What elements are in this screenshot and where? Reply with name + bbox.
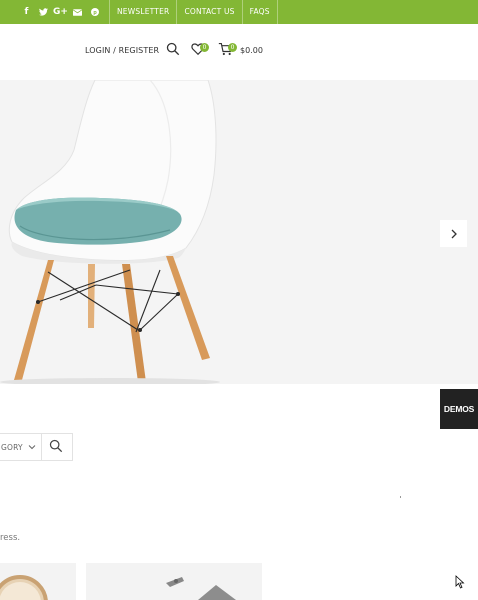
search-submit-button[interactable]: [49, 439, 65, 455]
social-links: f G+ p: [18, 0, 103, 24]
facebook-icon[interactable]: f: [18, 0, 35, 24]
cart-count-badge: 0: [228, 43, 237, 52]
hero-slider[interactable]: [0, 80, 478, 384]
email-icon[interactable]: [69, 0, 86, 24]
pinterest-icon[interactable]: p: [86, 0, 103, 24]
clock-image: [0, 575, 48, 600]
cart-total[interactable]: $0.00: [240, 46, 263, 55]
newsletter-link[interactable]: NEWSLETTER: [110, 0, 176, 24]
intro-text: ress.: [0, 533, 21, 543]
demos-button[interactable]: DEMOS: [440, 389, 478, 429]
faqs-link[interactable]: FAQS: [243, 0, 277, 24]
twitter-icon[interactable]: [35, 0, 52, 24]
chevron-right-icon: [451, 229, 457, 238]
category-label: GORY: [1, 442, 23, 452]
lamp-image: [166, 577, 236, 600]
divider: [41, 434, 42, 460]
speck: [400, 496, 401, 498]
search-form: GORY: [0, 433, 73, 461]
top-nav: NEWSLETTER CONTACT US FAQS: [109, 0, 278, 24]
mouse-cursor: [455, 575, 465, 589]
category-select[interactable]: GORY: [1, 434, 43, 460]
google-plus-icon[interactable]: G+: [52, 0, 69, 24]
page: f G+ p NEWSLETTER CONTACT US FAQS LOGIN …: [0, 0, 478, 600]
divider: [276, 0, 278, 24]
contact-us-link[interactable]: CONTACT US: [177, 0, 241, 24]
chair-image: [0, 80, 220, 384]
wishlist-count-badge: 0: [200, 43, 209, 52]
login-register-link[interactable]: LOGIN / REGISTER: [85, 46, 159, 55]
search-icon: [49, 439, 63, 453]
slider-next-button[interactable]: [440, 220, 467, 247]
product-card[interactable]: [0, 563, 76, 600]
site-header: LOGIN / REGISTER 0 0 $0.00: [0, 24, 478, 80]
top-bar: f G+ p NEWSLETTER CONTACT US FAQS: [0, 0, 478, 24]
product-card[interactable]: [86, 563, 262, 600]
chevron-down-icon: [28, 445, 36, 450]
search-icon[interactable]: [166, 42, 182, 58]
